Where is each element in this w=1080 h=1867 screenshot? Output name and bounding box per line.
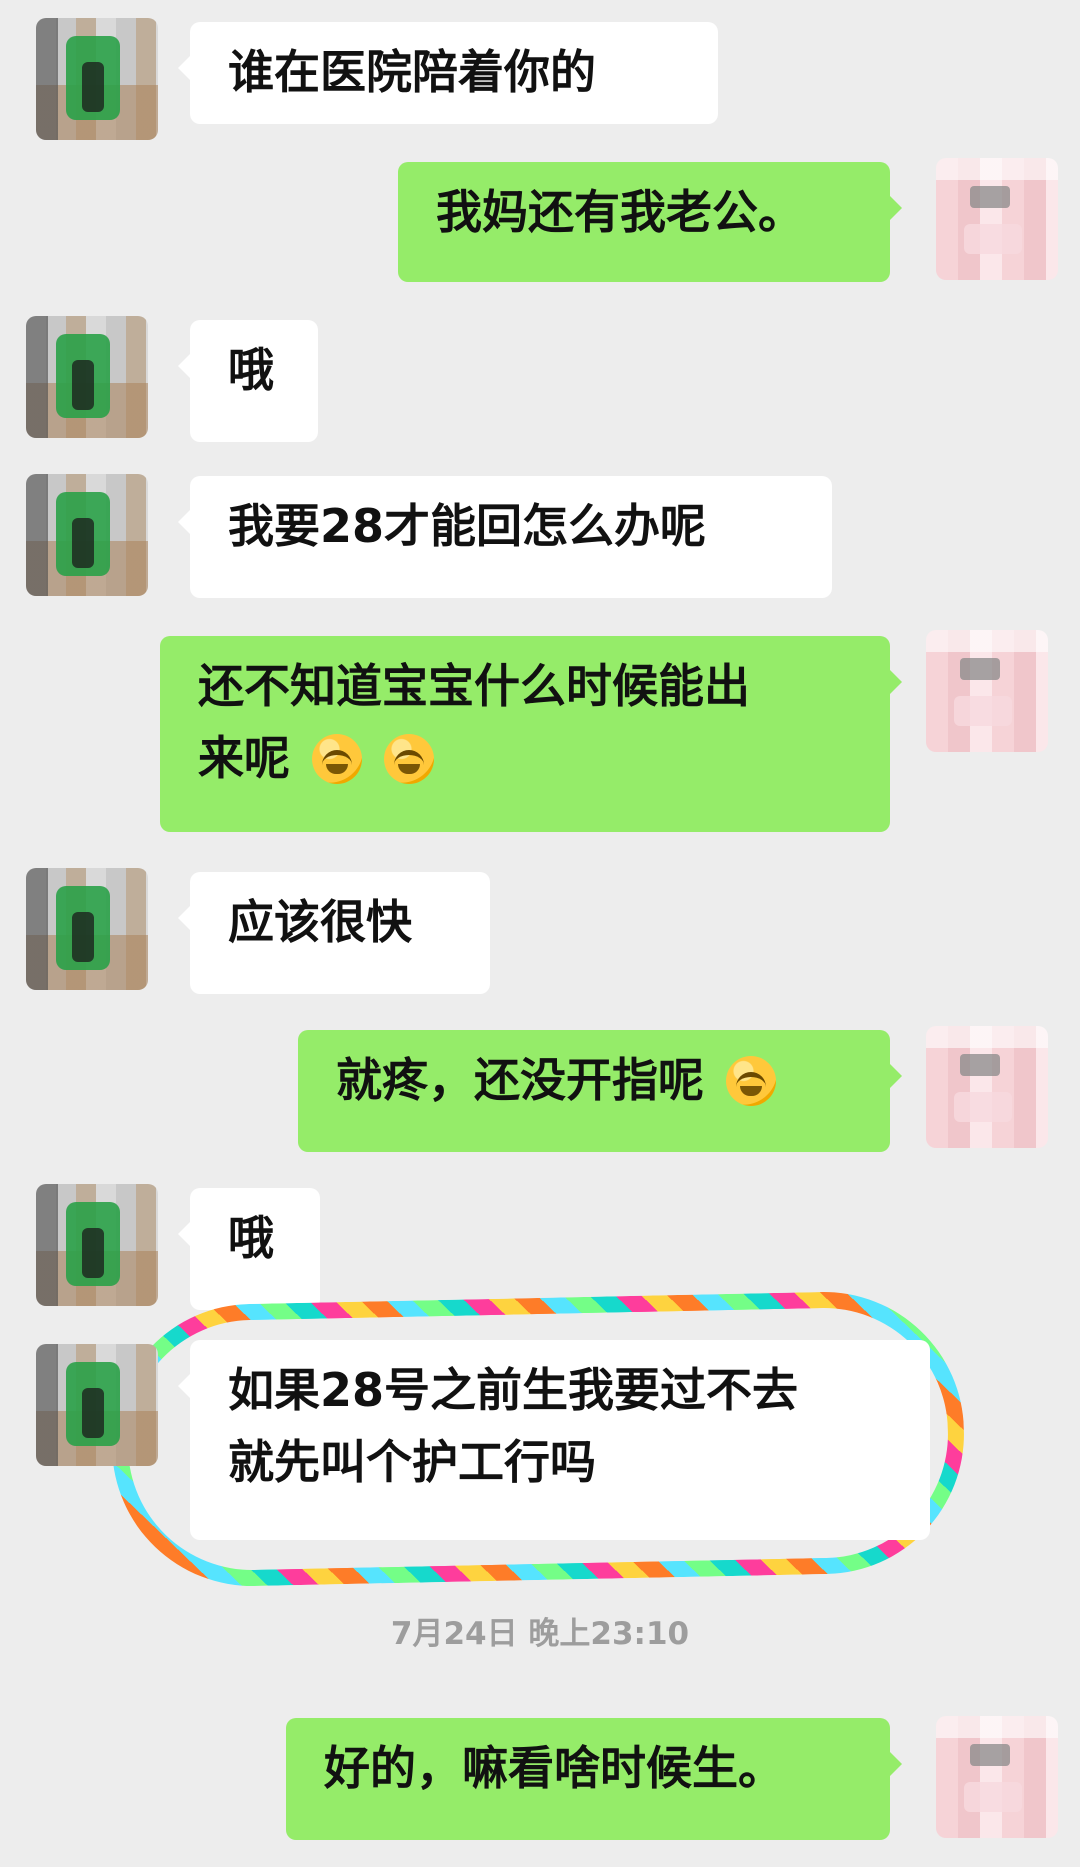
contact-avatar[interactable]	[36, 1344, 158, 1466]
crying-laughing-emoji-icon	[312, 734, 363, 784]
message-text: 我妈还有我老公。	[436, 185, 804, 239]
contact-avatar[interactable]	[36, 1184, 158, 1306]
contact-avatar[interactable]	[26, 868, 148, 990]
message-bubble[interactable]: 应该很快	[178, 872, 490, 994]
message-text: 来呢	[198, 731, 290, 785]
message-bubble[interactable]: 好的，嘛看啥时候生。	[286, 1718, 902, 1840]
message-text-line-1: 如果28号之前生我要过不去	[228, 1363, 799, 1417]
user-avatar[interactable]	[926, 1026, 1048, 1148]
user-avatar[interactable]	[926, 630, 1048, 752]
crying-laughing-emoji-icon	[384, 734, 435, 784]
message-timestamp: 7月24日 晚上23:10	[390, 1616, 690, 1652]
message-bubble[interactable]: 还不知道宝宝什么时候能出 来呢	[160, 636, 902, 832]
message-text-line-2: 就先叫个护工行吗	[228, 1435, 596, 1489]
message-bubble[interactable]: 就疼，还没开指呢	[298, 1030, 902, 1152]
message-bubble[interactable]: 我要28才能回怎么办呢	[178, 476, 832, 598]
message-text: 我要28才能回怎么办呢	[228, 499, 707, 553]
message-text-line-2: 来呢	[198, 722, 852, 794]
user-avatar[interactable]	[936, 158, 1058, 280]
message-bubble[interactable]: 谁在医院陪着你的	[178, 22, 718, 124]
message-text: 好的，嘛看啥时候生。	[324, 1741, 784, 1795]
contact-avatar[interactable]	[26, 474, 148, 596]
message-bubble[interactable]: 如果28号之前生我要过不去 就先叫个护工行吗	[178, 1340, 930, 1540]
message-text: 哦	[228, 343, 274, 397]
user-avatar[interactable]	[936, 1716, 1058, 1838]
message-bubble[interactable]: 哦	[178, 1188, 320, 1310]
message-text: 哦	[228, 1211, 274, 1265]
message-text: 就疼，还没开指呢	[336, 1053, 704, 1107]
contact-avatar[interactable]	[36, 18, 158, 140]
crying-laughing-emoji-icon	[726, 1056, 777, 1106]
message-text-line-1: 还不知道宝宝什么时候能出	[198, 659, 750, 713]
message-text: 应该很快	[228, 895, 412, 949]
message-text: 谁在医院陪着你的	[228, 45, 596, 99]
contact-avatar[interactable]	[26, 316, 148, 438]
message-bubble[interactable]: 我妈还有我老公。	[398, 162, 902, 282]
chat-conversation: 谁在医院陪着你的 我妈还有我老公。 哦 我要28才能回怎么办呢 还不知道宝宝什么…	[0, 0, 1080, 1867]
message-bubble[interactable]: 哦	[178, 320, 318, 442]
